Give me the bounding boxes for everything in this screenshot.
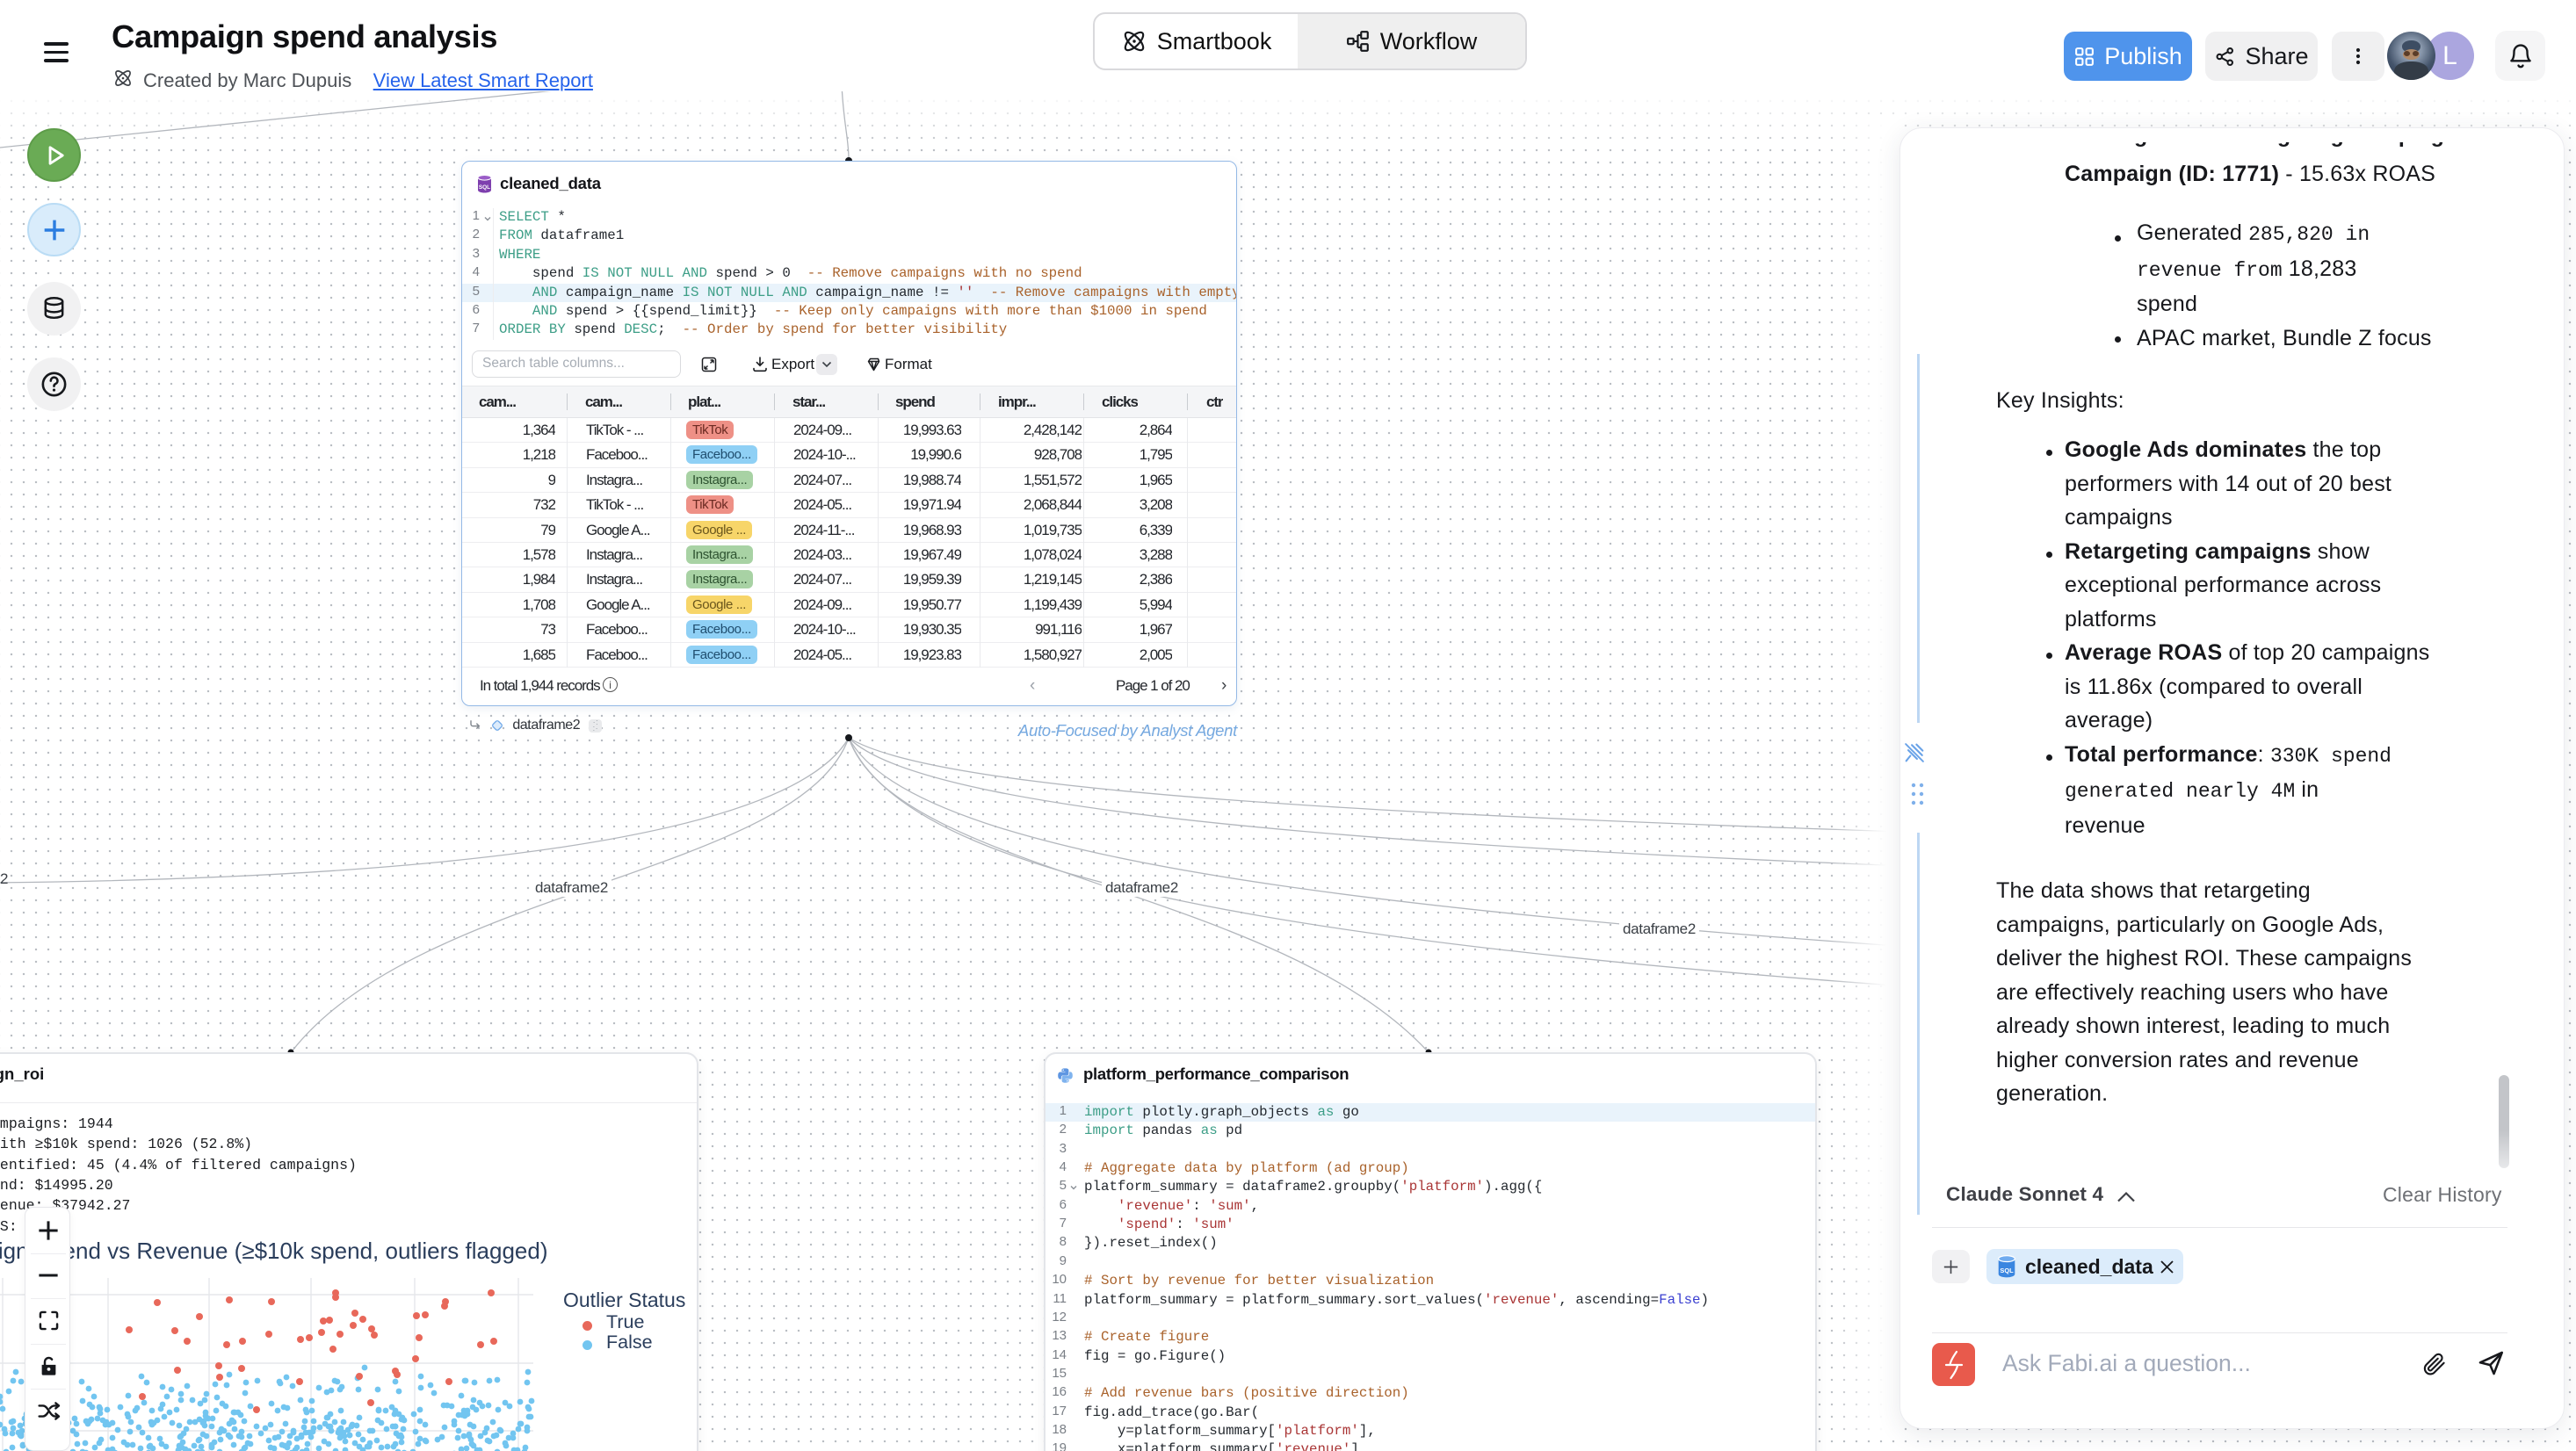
- svg-text:SQL: SQL: [2000, 1267, 2014, 1274]
- svg-text:SQL: SQL: [479, 184, 490, 191]
